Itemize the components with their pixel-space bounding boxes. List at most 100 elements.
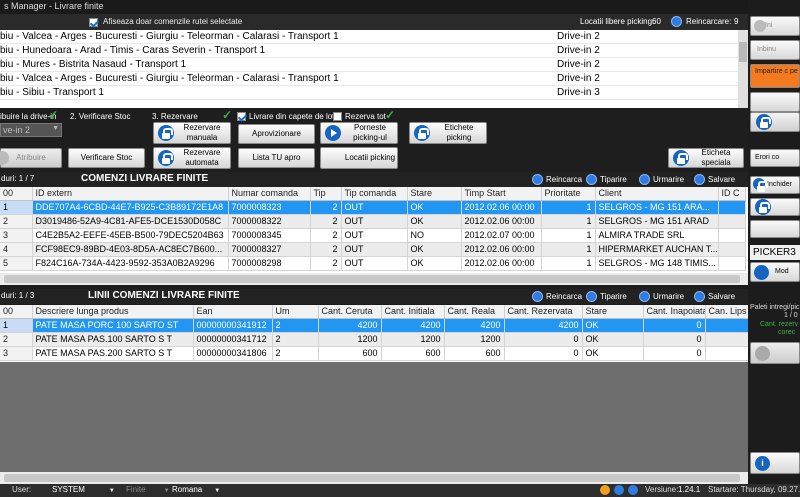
route-row[interactable]: biu - Hunedoara - Arad - Timis - Caras S… bbox=[0, 44, 748, 58]
lot-delivery-checkbox[interactable] bbox=[237, 111, 246, 122]
step3-label: 3. Rezervare bbox=[152, 112, 198, 121]
sidebar-closing-button[interactable]: Inchider bbox=[750, 176, 800, 194]
settings-icon[interactable] bbox=[614, 485, 624, 495]
status-bar: User: SYSTEM ▼ Finite ▼ Romana ▼ Versiune: … bbox=[0, 484, 800, 497]
lines-grid[interactable]: 00 Descriere lunga produs Ean Um Cant. Cerut… bbox=[0, 305, 748, 484]
finite-select[interactable]: Finite ▼ bbox=[126, 485, 170, 494]
special-label-button[interactable]: Eticheta speciala bbox=[668, 148, 744, 168]
sidebar-errors-button[interactable]: Erori co bbox=[750, 149, 800, 167]
supply-button[interactable]: Aprovizionare bbox=[238, 124, 315, 144]
route-row[interactable]: biu - Valcea - Arges - Bucuresti - Giurg… bbox=[0, 30, 748, 44]
lines-track-button[interactable]: Urmarire bbox=[639, 291, 684, 302]
lines-reload-button[interactable]: Reincarca bbox=[532, 291, 582, 302]
orders-row[interactable]: 4 FCF98EC9-89BD-4E03-8D5A-AC8EC7B600... 70… bbox=[0, 242, 746, 257]
orders-row[interactable]: 2 D3019486-52A9-4C81-AFE5-DCE1530D058C 700… bbox=[0, 214, 746, 229]
assign-button[interactable]: Atribuire bbox=[0, 148, 62, 168]
orders-print-button[interactable]: Tiparire bbox=[586, 174, 627, 185]
reserve-all-checkbox[interactable] bbox=[333, 111, 342, 122]
orders-column-header[interactable]: ID extern bbox=[32, 187, 229, 201]
lines-column-header[interactable]: Cant. Reala bbox=[444, 305, 505, 319]
sidebar-lock-button-2[interactable] bbox=[750, 198, 800, 216]
refresh-icon[interactable] bbox=[671, 16, 682, 27]
lines-cell: 00000000341712 bbox=[193, 332, 273, 347]
orders-column-header[interactable]: Numar comanda bbox=[228, 187, 311, 201]
user-select[interactable]: SYSTEM ▼ bbox=[52, 485, 115, 494]
lines-print-button[interactable]: Tiparire bbox=[586, 291, 627, 302]
lines-cell: 1200 bbox=[381, 332, 445, 347]
orders-save-button[interactable]: Salvare bbox=[694, 174, 735, 185]
orders-row[interactable]: 3 C4E2B5A2-EEFE-45EB-B500-79DEC5204B63 700… bbox=[0, 228, 746, 243]
lines-hscrollbar[interactable] bbox=[0, 472, 748, 484]
orders-column-header[interactable]: Tip comanda bbox=[341, 187, 408, 201]
orders-reload-button[interactable]: Reincarca bbox=[532, 174, 582, 185]
lines-save-button[interactable]: Salvare bbox=[694, 291, 735, 302]
lines-column-header[interactable]: 00 bbox=[0, 305, 33, 319]
lines-row[interactable]: 1 PATE MASA PORC 100 SARTO ST 000000003419… bbox=[0, 318, 748, 333]
lines-cell bbox=[705, 346, 748, 361]
orders-cell: OK bbox=[407, 214, 462, 229]
orders-column-header[interactable]: Prioritate bbox=[541, 187, 596, 201]
orders-row[interactable]: 5 F824C16A-734A-4423-9592-353A0B2A9296 700… bbox=[0, 256, 746, 271]
route-row[interactable]: biu - Valcea - Arges - Bucuresti - Giurg… bbox=[0, 72, 748, 86]
lines-cell: 0 bbox=[643, 346, 706, 361]
lines-cell: 1200 bbox=[318, 332, 382, 347]
lines-column-header[interactable]: Cant. Inapoiata bbox=[643, 305, 706, 319]
sidebar-split-button[interactable]: Impartire c pe bbox=[750, 64, 800, 88]
lines-cell: 600 bbox=[381, 346, 445, 361]
sidebar-mode-button[interactable]: Mod bbox=[750, 262, 800, 282]
sidebar-lock-button[interactable] bbox=[750, 112, 800, 132]
lines-column-header[interactable]: Cant. Initiala bbox=[381, 305, 445, 319]
window-title: s Manager - Livrare finite bbox=[0, 0, 748, 14]
lines-cell: 600 bbox=[444, 346, 505, 361]
check-stock-button[interactable]: Verificare Stoc bbox=[68, 148, 145, 168]
lines-column-header[interactable]: Descriere lunga produs bbox=[32, 305, 194, 319]
orders-column-header[interactable]: 00 bbox=[0, 187, 33, 201]
lines-row[interactable]: 3 PATE MASA PAS.200 SARTO S T 000000003418… bbox=[0, 346, 748, 361]
orders-column-header[interactable]: Tip bbox=[310, 187, 342, 201]
lines-column-header[interactable]: Ean bbox=[193, 305, 273, 319]
orders-cell: NO bbox=[407, 228, 462, 243]
route-row[interactable]: biu - Sibiu - Transport 1 Drive-in 3 bbox=[0, 86, 748, 100]
orders-cell: ALMIRA TRADE SRL bbox=[595, 228, 719, 243]
auto-reservation-button[interactable]: Rezervare automata bbox=[153, 147, 231, 169]
orders-grid[interactable]: 00 ID extern Numar comanda Tip Tip comanda St… bbox=[0, 187, 748, 285]
orders-cell: 2 bbox=[0, 214, 33, 229]
tu-list-button[interactable]: Lista TU apro bbox=[238, 148, 315, 168]
orders-row[interactable]: 1 DDE707A4-6CBD-44E7-B925-C3B89172E1A8 700… bbox=[0, 200, 746, 215]
lines-column-header[interactable]: Cant. Rezervata bbox=[504, 305, 583, 319]
route-list[interactable]: biu - Valcea - Arges - Bucuresti - Giurg… bbox=[0, 30, 748, 108]
sidebar-blank-button-2[interactable] bbox=[750, 220, 800, 238]
help-icon[interactable] bbox=[628, 485, 638, 495]
route-dock: Drive-in 2 bbox=[557, 45, 600, 56]
orders-column-header[interactable]: Client bbox=[595, 187, 719, 201]
orders-column-header[interactable]: ID C bbox=[718, 187, 746, 201]
sidebar-blank-button-1[interactable] bbox=[750, 92, 800, 112]
route-list-scrollbar[interactable] bbox=[738, 30, 748, 108]
sidebar-info-button[interactable]: i bbox=[750, 452, 800, 474]
dock-select[interactable]: ve-in 2 ▼ bbox=[0, 123, 62, 137]
sidebar-disabled-lock-button[interactable] bbox=[750, 342, 800, 364]
sidebar-close-button[interactable]: Inbinu bbox=[750, 40, 800, 60]
orders-cell: HIPERMARKET AUCHAN T... bbox=[595, 242, 719, 257]
lines-column-header[interactable]: Can. Lips bbox=[705, 305, 748, 319]
manual-reservation-button[interactable]: Rezervare manuala bbox=[153, 122, 231, 144]
language-select[interactable]: Romana ▼ bbox=[172, 485, 220, 494]
route-row[interactable]: biu - Mures - Bistrita Nasaud - Transpor… bbox=[0, 58, 748, 72]
orders-track-button[interactable]: Urmarire bbox=[639, 174, 684, 185]
lines-cell: 2 bbox=[272, 332, 319, 347]
warning-icon[interactable] bbox=[600, 485, 610, 495]
lines-cell: PATE MASA PAS.100 SARTO S T bbox=[32, 332, 194, 347]
orders-column-header[interactable]: Stare bbox=[407, 187, 462, 201]
picking-locations-button[interactable]: Locatii picking bbox=[320, 147, 398, 169]
show-selected-only-checkbox[interactable] bbox=[89, 17, 98, 28]
lines-column-header[interactable]: Stare bbox=[582, 305, 644, 319]
orders-column-header[interactable]: Timp Start bbox=[461, 187, 542, 201]
route-row[interactable] bbox=[0, 100, 748, 108]
picking-labels-button[interactable]: Etichete picking bbox=[409, 122, 487, 144]
sidebar-init-button[interactable]: Ini bbox=[750, 16, 800, 36]
start-picking-button[interactable]: Porneste picking-ul bbox=[320, 122, 398, 144]
lines-column-header[interactable]: Cant. Ceruta bbox=[318, 305, 382, 319]
lines-row[interactable]: 2 PATE MASA PAS.100 SARTO S T 000000003417… bbox=[0, 332, 748, 347]
lines-column-header[interactable]: Um bbox=[272, 305, 319, 319]
orders-hscrollbar[interactable] bbox=[0, 273, 748, 285]
